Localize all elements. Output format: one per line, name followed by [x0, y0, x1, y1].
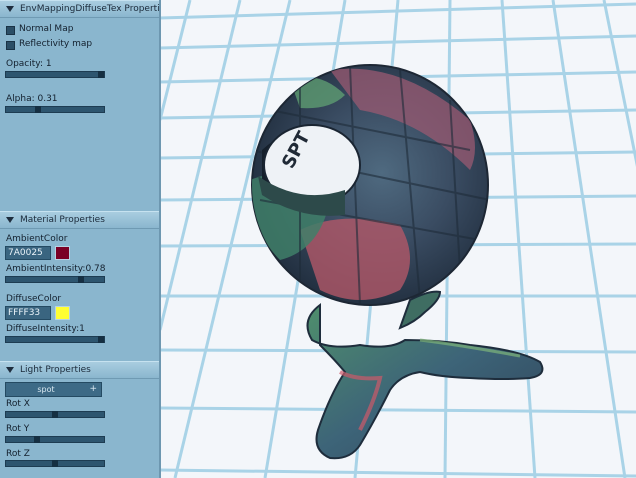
plus-icon[interactable]: + [89, 384, 97, 394]
opacity-slider[interactable] [5, 71, 105, 78]
diffuse-intensity-slider[interactable] [5, 336, 105, 343]
alpha-slider[interactable] [5, 106, 105, 113]
reflectivity-map-checkbox[interactable] [6, 41, 15, 50]
rot-y-label: Rot Y [6, 424, 30, 434]
rot-y-slider-knob[interactable] [34, 436, 40, 443]
light-type-dropdown[interactable]: spot + [5, 382, 102, 397]
normal-map-label: Normal Map [19, 24, 74, 34]
diffuse-color-field[interactable]: FFFF33 [5, 306, 51, 320]
diffuse-intensity-label: DiffuseIntensity:1 [6, 324, 85, 334]
rot-z-label: Rot Z [6, 449, 30, 459]
material-properties-header[interactable]: Material Properties [0, 211, 159, 229]
ambient-intensity-slider-knob[interactable] [78, 276, 84, 283]
rot-z-slider[interactable] [5, 460, 105, 467]
properties-panel: EnvMappingDiffuseTex Propertie Normal Ma… [0, 0, 161, 478]
collapse-arrow-icon[interactable] [6, 5, 14, 12]
light-properties-title: Light Properties [20, 365, 91, 375]
panel-title-header[interactable]: EnvMappingDiffuseTex Propertie [0, 0, 161, 18]
normal-map-checkbox[interactable] [6, 26, 15, 35]
diffuse-intensity-slider-knob[interactable] [98, 336, 104, 343]
collapse-arrow-icon[interactable] [6, 216, 14, 223]
collapse-arrow-icon[interactable] [6, 366, 14, 373]
material-properties-title: Material Properties [20, 215, 105, 225]
reflectivity-map-label: Reflectivity map [19, 39, 93, 49]
opacity-label: Opacity: 1 [6, 59, 52, 69]
rot-z-slider-knob[interactable] [52, 460, 58, 467]
panel-title: EnvMappingDiffuseTex Propertie [20, 4, 161, 14]
diffuse-color-swatch[interactable] [55, 306, 70, 320]
light-properties-header[interactable]: Light Properties [0, 361, 159, 379]
alpha-slider-knob[interactable] [35, 106, 41, 113]
rot-x-slider[interactable] [5, 411, 105, 418]
ambient-color-label: AmbientColor [6, 234, 68, 244]
ambient-intensity-slider[interactable] [5, 276, 105, 283]
ambient-color-swatch[interactable] [55, 246, 70, 260]
ambient-intensity-label: AmbientIntensity:0.78 [6, 264, 106, 274]
rot-y-slider[interactable] [5, 436, 105, 443]
light-type-value: spot [37, 385, 55, 394]
diffuse-color-label: DiffuseColor [6, 294, 62, 304]
alpha-label: Alpha: 0.31 [6, 94, 58, 104]
ambient-color-field[interactable]: 7A0025 [5, 246, 51, 260]
rot-x-slider-knob[interactable] [52, 411, 58, 418]
opacity-slider-knob[interactable] [98, 71, 104, 78]
rot-x-label: Rot X [6, 399, 30, 409]
